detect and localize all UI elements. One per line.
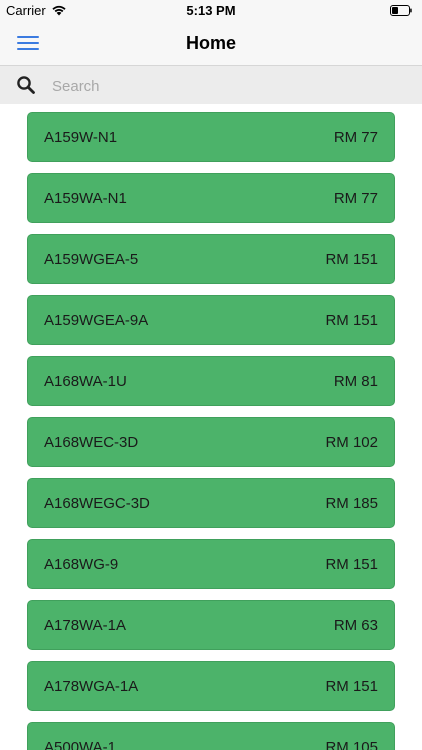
item-price: RM 77 <box>333 190 378 207</box>
item-price: RM 151 <box>325 678 378 695</box>
product-list-items: A159W-N1 RM 77 A159WA-N1 RM 77 A159WGEA-5 RM … <box>0 112 422 750</box>
item-price: RM 63 <box>333 617 378 634</box>
list-item[interactable]: A178WA-1A RM 63 <box>27 600 395 650</box>
item-name: A178WA-1A <box>44 617 126 634</box>
item-price: RM 77 <box>333 129 378 146</box>
list-item[interactable]: A159WA-N1 RM 77 <box>27 173 395 223</box>
product-list: A159W-N1 RM 77 A159WA-N1 RM 77 A159WGEA-5 RM … <box>0 104 422 750</box>
status-time: 5:13 PM <box>186 3 236 18</box>
navigation-bar: Home <box>0 22 422 66</box>
item-price: RM 151 <box>325 251 378 268</box>
item-price: RM 151 <box>325 312 378 329</box>
item-name: A159WA-N1 <box>44 190 127 207</box>
item-price: RM 185 <box>325 495 378 512</box>
item-name: A168WEC-3D <box>44 434 139 451</box>
item-name: A168WG-9 <box>44 556 119 573</box>
item-name: A159WGEA-5 <box>44 251 139 268</box>
item-name: A178WGA-1A <box>44 678 139 695</box>
page-title: Home <box>185 33 236 53</box>
menu-button[interactable] <box>14 31 42 55</box>
item-name: A159WGEA-9A <box>44 312 149 329</box>
list-item[interactable]: A168WG-9 RM 151 <box>27 539 395 589</box>
search-icon <box>17 76 35 94</box>
item-price: RM 102 <box>325 434 378 451</box>
list-item[interactable]: A159W-N1 RM 77 <box>27 112 395 162</box>
list-item[interactable]: A168WA-1U RM 81 <box>27 356 395 406</box>
list-item[interactable]: A168WEGC-3D RM 185 <box>27 478 395 528</box>
item-name: A500WA-1 <box>44 739 116 750</box>
search-input[interactable] <box>50 71 414 101</box>
list-item[interactable]: A500WA-1 RM 105 <box>27 722 395 750</box>
battery-icon <box>390 5 412 16</box>
hamburger-menu-icon <box>17 36 39 50</box>
list-item[interactable]: A159WGEA-5 RM 151 <box>27 234 395 284</box>
item-name: A159W-N1 <box>44 129 118 146</box>
item-price: RM 81 <box>333 373 378 390</box>
item-price: RM 151 <box>325 556 378 573</box>
list-item[interactable]: A159WGEA-9A RM 151 <box>27 295 395 345</box>
item-name: A168WA-1U <box>44 373 127 390</box>
list-item[interactable]: A168WEC-3D RM 102 <box>27 417 395 467</box>
status-bar: Carrier 5:13 PM <box>0 0 422 22</box>
list-item[interactable]: A178WGA-1A RM 151 <box>27 661 395 711</box>
item-price: RM 105 <box>325 739 378 750</box>
search-bar <box>0 66 422 104</box>
item-name: A168WEGC-3D <box>44 495 150 512</box>
app-screen: Carrier 5:13 PM Home A159 <box>0 0 422 750</box>
